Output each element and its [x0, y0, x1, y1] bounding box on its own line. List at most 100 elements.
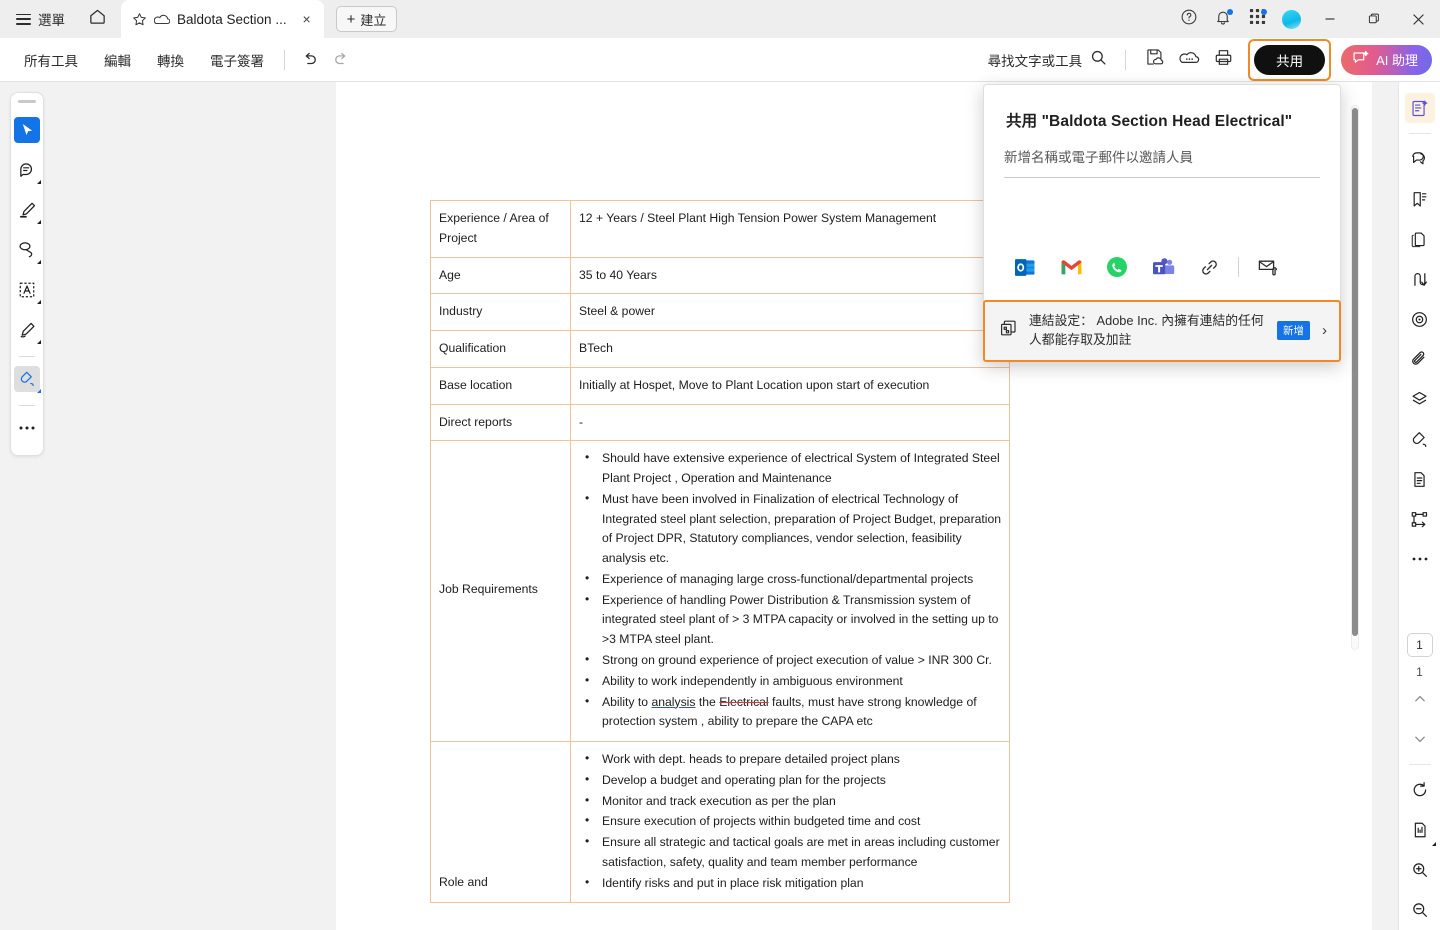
- notification-badge: [1227, 9, 1233, 15]
- chevron-down-icon: [37, 300, 41, 304]
- tool-edit[interactable]: 編輯: [94, 44, 141, 76]
- row-value: BTech: [570, 330, 1010, 368]
- row-key: Age: [430, 256, 571, 295]
- window-minimize-button[interactable]: [1308, 0, 1352, 38]
- redo-button[interactable]: [325, 45, 355, 75]
- plus-icon: +: [346, 10, 356, 28]
- list-item: Work with dept. heads to prepare detaile…: [579, 749, 1002, 770]
- create-label: 建立: [360, 12, 387, 28]
- lasso-tool-button[interactable]: [14, 237, 41, 264]
- ai-assistant-panel-button[interactable]: [1404, 93, 1435, 123]
- list-item: Must have been involved in Finalization …: [579, 489, 1002, 569]
- rotate-view-button[interactable]: [1405, 775, 1435, 805]
- toolbar-divider: [284, 49, 285, 70]
- chevron-right-icon[interactable]: ›: [1320, 322, 1327, 339]
- list-item-annotated: Ability to analysis the Electrical fault…: [579, 692, 1002, 733]
- tool-esign[interactable]: 電子簽署: [200, 44, 274, 76]
- tab-bar-right-controls: [1172, 0, 1440, 38]
- page-scrollbar[interactable]: [1348, 102, 1362, 912]
- rail-divider-2: [19, 405, 35, 406]
- comments-panel-button[interactable]: [1405, 144, 1435, 174]
- copy-link-icon[interactable]: [1186, 250, 1232, 284]
- list-item: Experience of handling Power Distributio…: [579, 590, 1002, 650]
- bookmarks-panel-button[interactable]: [1405, 184, 1435, 214]
- zoom-in-button[interactable]: [1405, 855, 1435, 885]
- tab-title: Baldota Section ...: [177, 11, 287, 27]
- table-row: Qualification BTech: [430, 330, 1010, 368]
- share-workflow-panel-button[interactable]: [1405, 504, 1435, 534]
- previous-page-button[interactable]: [1405, 684, 1435, 714]
- list-item: Ensure execution of projects within budg…: [579, 811, 1002, 832]
- app-switcher-button[interactable]: [1240, 2, 1274, 36]
- comment-tool-button[interactable]: [14, 157, 41, 184]
- zoom-out-button[interactable]: [1405, 895, 1435, 925]
- save-to-cloud-button[interactable]: [1138, 44, 1172, 76]
- email-attachment-icon[interactable]: [1245, 250, 1291, 284]
- select-tool-button[interactable]: [14, 117, 41, 144]
- find-button[interactable]: 尋找文字或工具: [982, 45, 1114, 75]
- help-button[interactable]: [1172, 2, 1206, 36]
- current-page-field[interactable]: 1: [1406, 633, 1433, 657]
- next-page-button[interactable]: [1405, 724, 1435, 754]
- invite-field-wrap: [1004, 149, 1320, 178]
- list-item: Ensure all strategic and tactical goals …: [579, 832, 1002, 873]
- document-tab[interactable]: Baldota Section ... ×: [121, 0, 324, 38]
- pen-tool-button[interactable]: [14, 317, 41, 344]
- app-switcher-badge: [1261, 9, 1267, 15]
- underline-annotation[interactable]: analysis: [651, 695, 695, 709]
- text-select-tool-button[interactable]: [14, 277, 41, 304]
- export-pdf-panel-button[interactable]: [1405, 264, 1435, 294]
- gmail-share-icon[interactable]: [1048, 250, 1094, 284]
- more-tools-button[interactable]: [14, 415, 40, 441]
- cloud-sync-button[interactable]: [1172, 44, 1206, 76]
- row-value: Work with dept. heads to prepare detaile…: [570, 741, 1010, 904]
- table-row: Direct reports -: [430, 403, 1010, 442]
- fit-page-button[interactable]: [1405, 815, 1436, 846]
- share-icons-divider: [1238, 257, 1239, 277]
- more-panels-button[interactable]: [1405, 544, 1435, 574]
- tool-convert[interactable]: 轉換: [147, 44, 194, 76]
- fill-sign-tool-button[interactable]: [14, 366, 41, 393]
- layers-panel-button[interactable]: [1405, 384, 1435, 414]
- organize-pages-panel-button[interactable]: [1405, 224, 1435, 254]
- main-menu-label: 選單: [38, 13, 65, 28]
- strikethrough-annotation[interactable]: Electrical: [719, 695, 768, 709]
- share-panel: 共用 "Baldota Section Head Electrical" 新增名…: [983, 84, 1341, 363]
- link-settings-row[interactable]: 連結設定： Adobe Inc. 內擁有連結的任何人都能存取及加註 新增 ›: [983, 300, 1341, 363]
- notifications-button[interactable]: [1206, 2, 1240, 36]
- document-panel-button[interactable]: [1405, 464, 1435, 494]
- tool-all-tools[interactable]: 所有工具: [14, 44, 88, 76]
- home-button[interactable]: [83, 5, 111, 33]
- window-restore-button[interactable]: [1352, 0, 1396, 38]
- highlight-tool-button[interactable]: [14, 197, 41, 224]
- text-pre: Ability to: [602, 694, 652, 709]
- tab-bar: 選單 Baldota Section ... × + 建立: [0, 0, 1440, 38]
- rail-drag-handle[interactable]: [18, 100, 36, 103]
- row-key: Base location: [430, 366, 571, 405]
- undo-button[interactable]: [295, 45, 325, 75]
- list-item: Develop a budget and operating plan for …: [579, 770, 1002, 791]
- scrollbar-thumb[interactable]: [1352, 108, 1358, 636]
- create-button[interactable]: + 建立: [335, 6, 398, 32]
- window-close-button[interactable]: [1396, 0, 1440, 38]
- print-button[interactable]: [1206, 44, 1240, 76]
- ai-sparkle-icon: [1352, 50, 1369, 70]
- attachments-panel-button[interactable]: [1405, 344, 1435, 374]
- invite-people-input[interactable]: [1004, 150, 1320, 165]
- ai-assistant-button[interactable]: AI 助理: [1341, 44, 1432, 75]
- tab-close-icon[interactable]: ×: [298, 10, 316, 28]
- user-avatar-button[interactable]: [1274, 2, 1308, 36]
- teams-share-icon[interactable]: [1140, 250, 1186, 284]
- rail-divider: [19, 356, 35, 357]
- main-menu-button[interactable]: 選單: [12, 4, 69, 34]
- fill-sign-panel-button[interactable]: [1405, 424, 1435, 454]
- outlook-share-icon[interactable]: [1002, 250, 1048, 284]
- row-value: Steel & power: [570, 293, 1010, 332]
- redact-panel-button[interactable]: [1405, 304, 1435, 334]
- star-icon[interactable]: [132, 12, 147, 27]
- chevron-down-icon: [37, 180, 41, 184]
- chevron-down-icon: [37, 340, 41, 344]
- whatsapp-share-icon[interactable]: [1094, 250, 1140, 284]
- share-button[interactable]: 共用: [1254, 44, 1326, 75]
- ai-assistant-label: AI 助理: [1376, 53, 1418, 68]
